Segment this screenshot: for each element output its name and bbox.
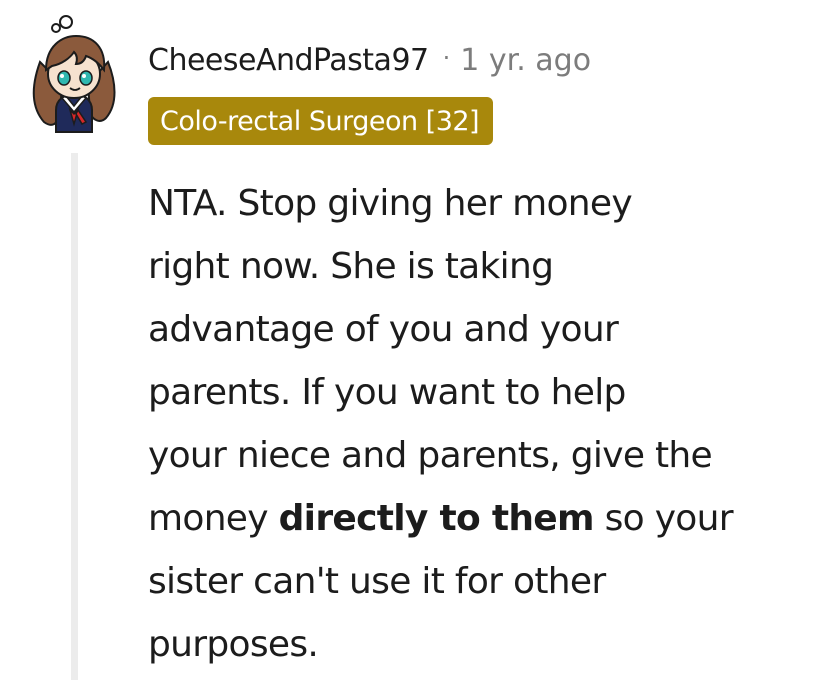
comment-text-line: purposes.: [148, 624, 319, 665]
comment-text-line: sister can't use it for other: [148, 561, 606, 602]
separator-dot: ·: [442, 44, 451, 72]
comment-header: CheeseAndPasta97 · 1 yr. ago: [148, 36, 591, 84]
avatar-hair-ornament-icon: [51, 15, 73, 33]
username-link[interactable]: CheeseAndPasta97: [148, 43, 429, 78]
comment-text-line: parents. If you want to help: [148, 372, 626, 413]
comment-text-line: advantage of you and your: [148, 309, 619, 350]
comment-body: NTA. Stop giving her money right now. Sh…: [148, 172, 824, 676]
user-avatar[interactable]: [22, 14, 126, 134]
comment-text-segment: so your: [593, 498, 734, 539]
thread-collapse-line[interactable]: [71, 153, 78, 680]
comment-bold-text: directly to them: [278, 498, 595, 539]
comment-text-line: money directly to them so your: [148, 487, 824, 550]
timestamp-link[interactable]: 1 yr. ago: [460, 43, 591, 78]
comment-text-segment: money: [148, 498, 279, 539]
comment-text-line: right now. She is taking: [148, 246, 554, 287]
comment-text-line: your niece and parents, give the: [148, 435, 713, 476]
user-flair-badge: Colo-rectal Surgeon [32]: [148, 97, 494, 145]
comment-text-line: NTA. Stop giving her money: [148, 183, 633, 224]
